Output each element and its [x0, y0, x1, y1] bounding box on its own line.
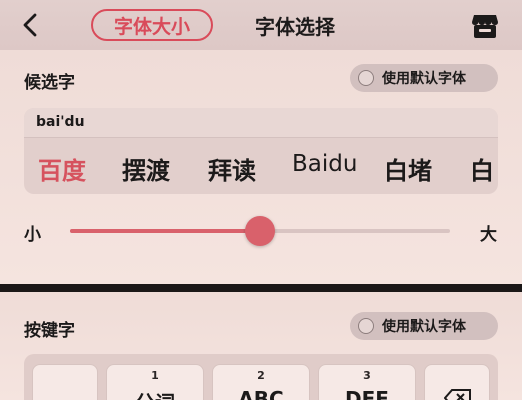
candidate-item[interactable]: 拜读: [208, 151, 256, 186]
key-label: DEF: [345, 387, 389, 400]
keys-section-title: 按键字: [24, 321, 75, 341]
section-divider: [0, 284, 522, 292]
key-blank[interactable]: [32, 364, 98, 400]
key-delete[interactable]: [424, 364, 490, 400]
top-bar: 字体大小 字体选择: [0, 0, 522, 50]
key-number: 1: [151, 369, 159, 382]
candidates-default-font-toggle[interactable]: 使用默认字体: [350, 64, 498, 92]
candidates-section-title: 候选字: [24, 73, 75, 93]
backspace-icon: [444, 389, 471, 400]
default-font-label: 使用默认字体: [382, 71, 466, 87]
key-1[interactable]: 1 分词: [106, 364, 204, 400]
back-chevron-icon[interactable]: [16, 10, 46, 40]
slider-thumb[interactable]: [245, 216, 275, 246]
slider-max-label: 大: [480, 225, 497, 245]
store-icon[interactable]: [470, 12, 500, 40]
candidate-item[interactable]: 白堵: [384, 151, 432, 186]
candidate-preview: bai'du 百度 摆渡 拜读 Baidu 白堵 白: [24, 108, 498, 194]
candidate-item[interactable]: 白: [470, 151, 494, 186]
font-size-slider[interactable]: [70, 216, 450, 246]
radio-icon[interactable]: [358, 70, 374, 86]
key-number: 3: [363, 369, 371, 382]
candidate-item[interactable]: 摆渡: [122, 151, 170, 186]
default-font-label: 使用默认字体: [382, 319, 466, 335]
slider-fill: [70, 229, 260, 233]
pinyin-row: bai'du: [24, 108, 498, 138]
keys-default-font-toggle[interactable]: 使用默认字体: [350, 312, 498, 340]
slider-min-label: 小: [24, 225, 41, 245]
key-3[interactable]: 3 DEF: [318, 364, 416, 400]
key-2[interactable]: 2 ABC: [212, 364, 310, 400]
radio-icon[interactable]: [358, 318, 374, 334]
tab-font-size[interactable]: 字体大小: [91, 9, 213, 41]
candidate-item[interactable]: 百度: [38, 151, 86, 186]
key-label: ABC: [238, 387, 284, 400]
candidate-item[interactable]: Baidu: [292, 151, 357, 177]
pinyin-text: bai'du: [36, 114, 85, 130]
page-title: 字体选择: [255, 14, 335, 39]
key-number: 2: [257, 369, 265, 382]
key-label: 分词: [107, 387, 203, 400]
